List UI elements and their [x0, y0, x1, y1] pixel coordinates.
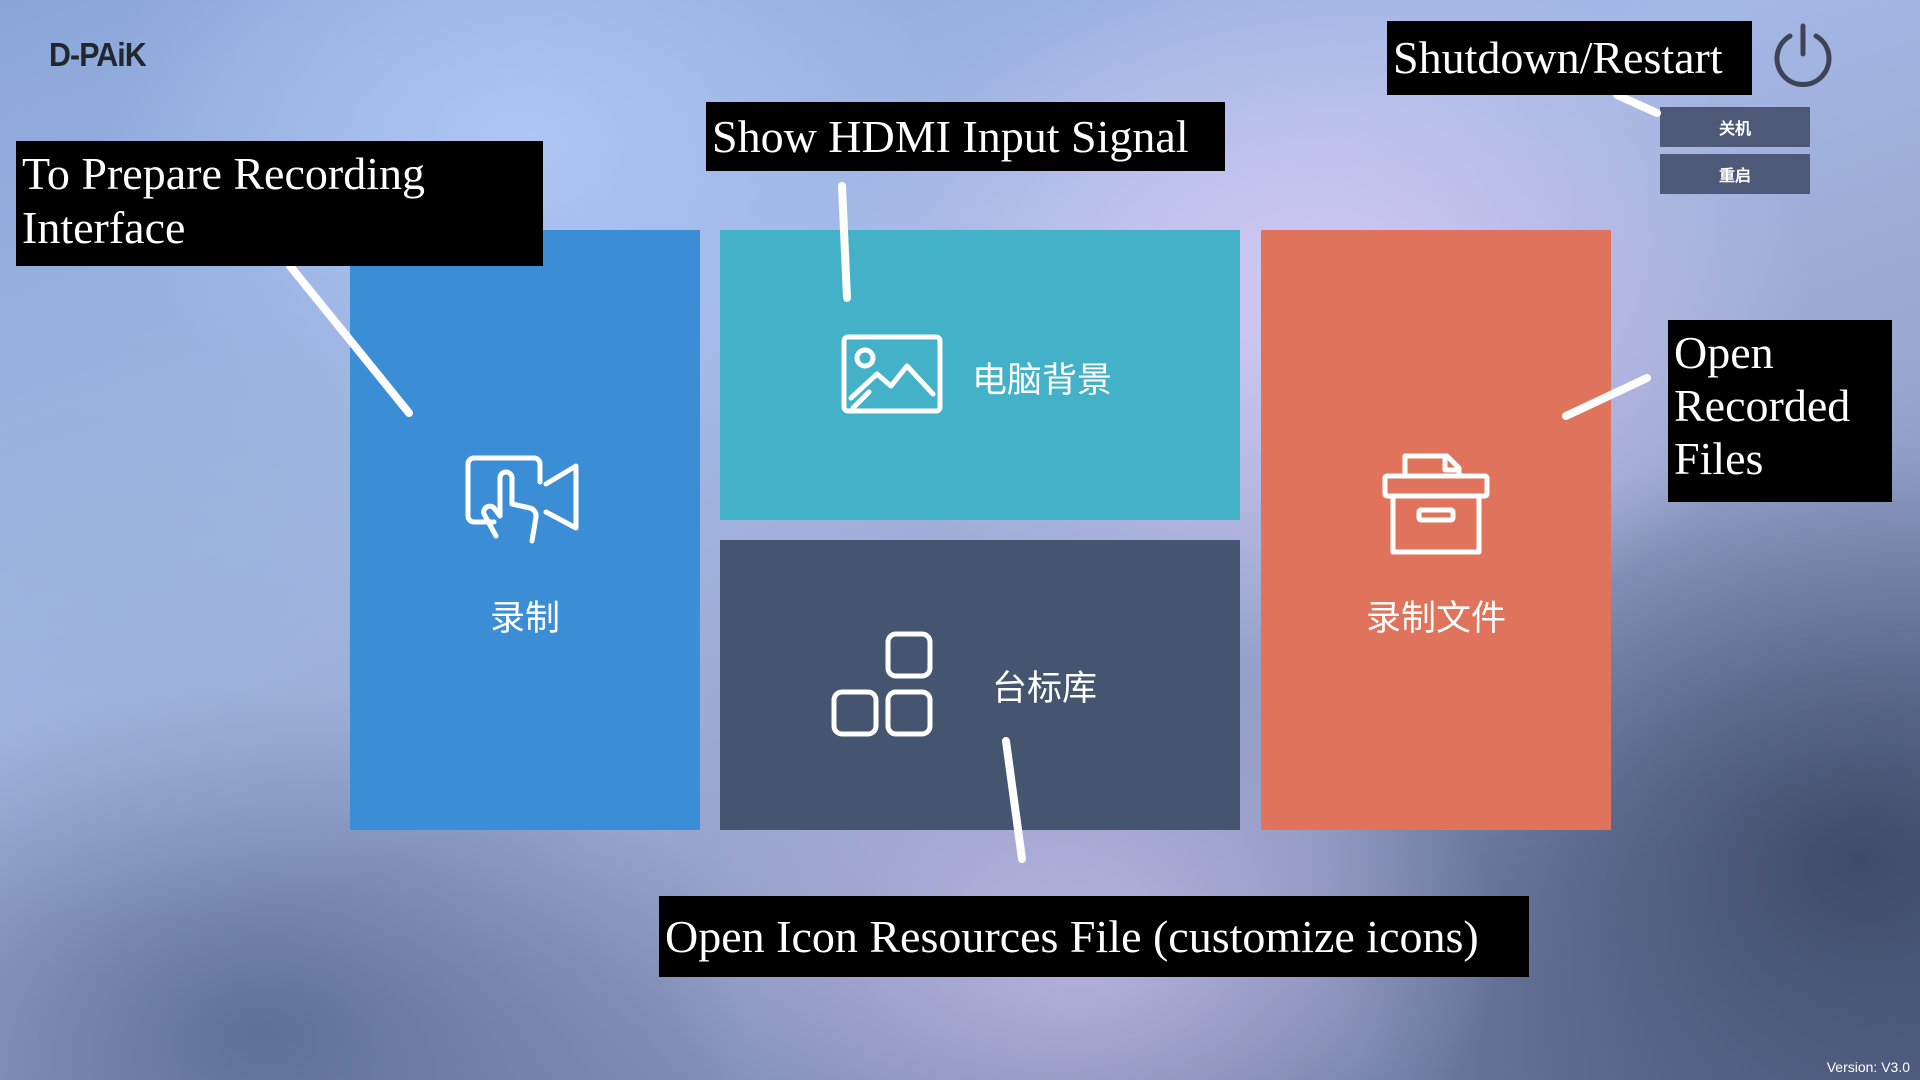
version-label: Version: V3.0 [1826, 1059, 1910, 1075]
callout-record: To Prepare Recording Interface [16, 141, 543, 266]
callout-icons: Open Icon Resources File (customize icon… [659, 896, 1529, 977]
callout-files: Open Recorded Files [1668, 320, 1892, 502]
callout-power: Shutdown/Restart [1387, 21, 1752, 95]
callout-hdmi: Show HDMI Input Signal [706, 102, 1225, 171]
